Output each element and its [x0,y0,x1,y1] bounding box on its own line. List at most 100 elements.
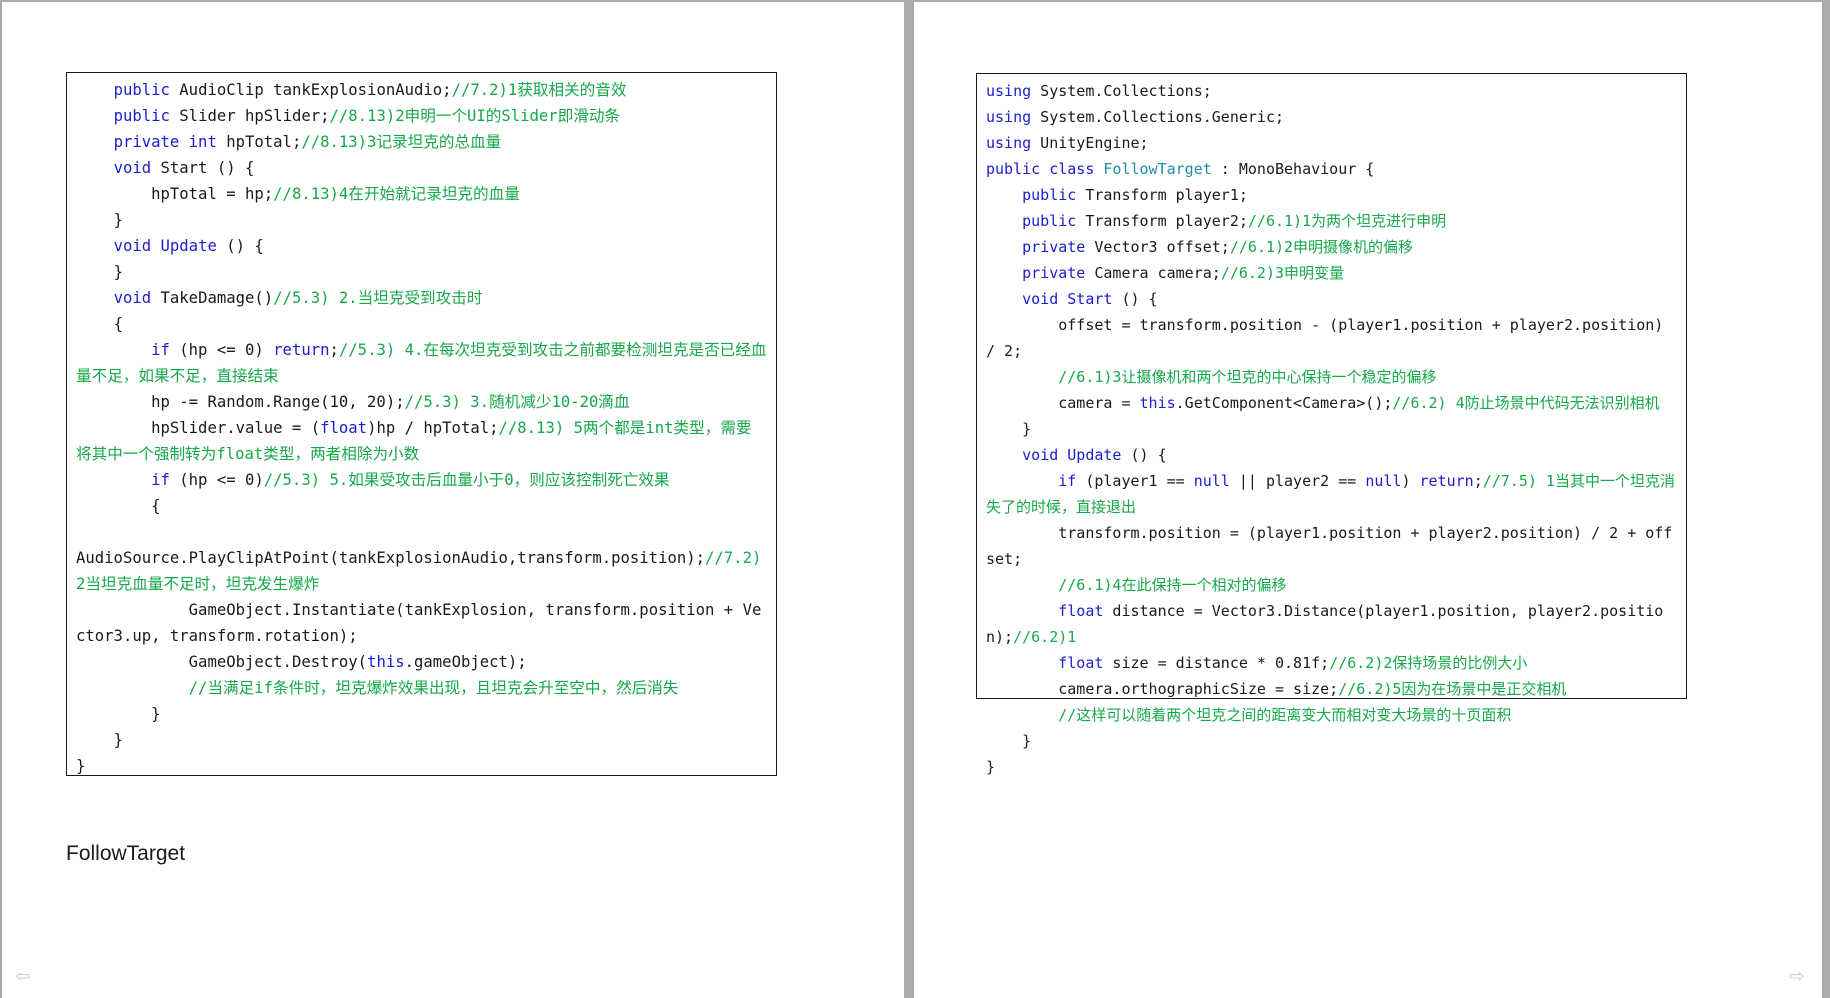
code-comment: //6.1)3让摄像机和两个坦克的中心保持一个稳定的偏移 [1058,368,1437,386]
code-text: camera = [986,394,1140,412]
code-line: float size = distance * 0.81f;//6.2)2保持场… [986,650,1677,676]
code-line: void TakeDamage()//5.3) 2.当坦克受到攻击时 [76,285,767,311]
code-line: } [986,416,1677,442]
code-line: } [986,754,1677,780]
code-comment: //8.13)2申明一个UI的Slider即滑动条 [329,107,621,125]
code-line: hp -= Random.Range(10, 20);//5.3) 3.随机减少… [76,389,767,415]
code-keyword: this [1139,394,1176,412]
code-line: using System.Collections.Generic; [986,104,1677,130]
code-comment: //6.1)4在此保持一个相对的偏移 [1058,576,1287,594]
next-page-arrow-icon[interactable]: ⇨ [1786,966,1808,988]
code-comment: //5.3) 2.当坦克受到攻击时 [273,289,483,307]
code-line: { [76,493,767,519]
code-text: Transform player2; [1076,212,1248,230]
code-line: private int hpTotal;//8.13)3记录坦克的总血量 [76,129,767,155]
code-line: { [76,311,767,337]
code-keyword: private [1022,264,1086,282]
code-comment: //6.2)2保持场景的比例大小 [1329,654,1528,672]
code-text: (hp <= 0) [169,341,274,359]
code-comment: //6.2)5因为在场景中是正交相机 [1338,680,1567,698]
code-text: { [76,315,123,333]
code-keyword: Update [160,237,217,255]
code-class-name: FollowTarget [1103,160,1212,178]
code-text: GameObject.Instantiate(tankExplosion, tr… [76,601,762,645]
code-keyword: void [113,289,152,307]
code-line: using System.Collections; [986,78,1677,104]
code-text: ) [1401,472,1420,490]
code-text: Vector3 offset; [1085,238,1230,256]
code-line: //6.1)3让摄像机和两个坦克的中心保持一个稳定的偏移 [986,364,1677,390]
code-line: transform.position = (player1.position +… [986,520,1677,572]
document-viewer: public AudioClip tankExplosionAudio;//7.… [0,0,1830,998]
code-text: (player1 == [1076,472,1194,490]
code-keyword: void [113,159,152,177]
code-keyword: using [986,134,1032,152]
code-text: GameObject.Destroy( [76,653,368,671]
code-line: private Camera camera;//6.2)3申明变量 [986,260,1677,286]
code-text: transform.position = (player1.position +… [986,524,1673,568]
code-line: float distance = Vector3.Distance(player… [986,598,1677,650]
code-text: UnityEngine; [1031,134,1149,152]
code-keyword: private [113,133,180,151]
code-text: } [76,263,123,281]
code-line: } [76,701,767,727]
code-comment: //8.13)3记录坦克的总血量 [301,133,502,151]
code-line: public AudioClip tankExplosionAudio;//7.… [76,77,767,103]
code-keyword: void [1022,290,1059,308]
code-line: //这样可以随着两个坦克之间的距离变大而相对变大场景的十页面积 [986,702,1677,728]
code-keyword: return [1419,472,1474,490]
code-text: } [76,211,123,229]
code-text: || player2 == [1229,472,1366,490]
code-text: )hp / hpTotal; [367,419,499,437]
code-text: offset = transform.position - (player1.p… [986,316,1673,360]
code-keyword: private [1022,238,1086,256]
code-line: if (hp <= 0) return;//5.3) 4.在每次坦克受到攻击之前… [76,337,767,389]
code-text: hpSlider.value = ( [76,419,321,437]
code-keyword: void [113,237,152,255]
code-text: ; [329,341,339,359]
code-line: public Slider hpSlider;//8.13)2申明一个UI的Sl… [76,103,767,129]
code-line: offset = transform.position - (player1.p… [986,312,1677,364]
code-comment: //6.2) 4防止场景中代码无法识别相机 [1392,394,1660,412]
code-keyword: class [1049,160,1095,178]
code-keyword: void [1022,446,1059,464]
page-left: public AudioClip tankExplosionAudio;//7.… [2,2,904,998]
code-keyword: using [986,108,1032,126]
code-line: GameObject.Instantiate(tankExplosion, tr… [76,597,767,649]
code-text: } [986,732,1032,750]
code-comment: //5.3) 3.随机减少10-20滴血 [404,393,630,411]
code-text: Slider hpSlider; [169,107,330,125]
code-text: ; [1473,472,1483,490]
code-text: (hp <= 0) [169,471,264,489]
code-text: Start () { [151,159,255,177]
code-line: if (hp <= 0)//5.3) 5.如果受攻击后血量小于0，则应该控制死亡… [76,467,767,493]
code-line: public class FollowTarget : MonoBehaviou… [986,156,1677,182]
code-text: Camera camera; [1085,264,1221,282]
code-line: private Vector3 offset;//6.1)2申明摄像机的偏移 [986,234,1677,260]
code-keyword: public [113,107,170,125]
code-block-follow-target: using System.Collections; using System.Co… [976,73,1687,776]
code-line: //6.1)4在此保持一个相对的偏移 [986,572,1677,598]
code-line: } [76,207,767,233]
code-text: () { [1112,290,1158,308]
section-heading: FollowTarget [66,842,186,865]
code-line: void Start () { [76,155,767,181]
code-line: } [986,728,1677,754]
prev-page-arrow-icon[interactable]: ⇦ [12,966,34,988]
code-comment: //6.2)1 [1013,628,1077,646]
code-text: AudioClip tankExplosionAudio; [169,81,452,99]
